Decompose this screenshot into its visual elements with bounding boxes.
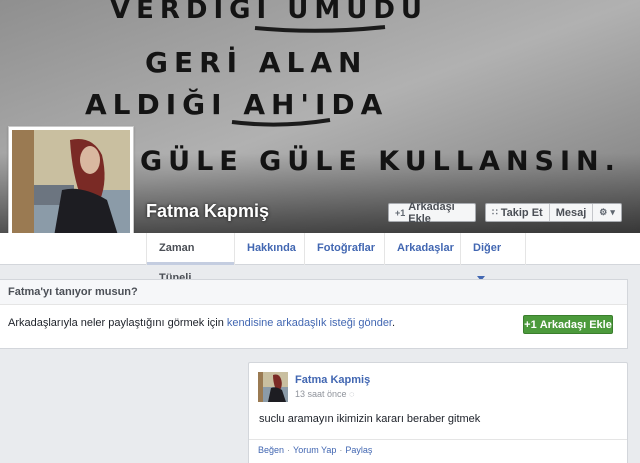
profile-tab-bar: Zaman Tüneli Hakkında Fotoğraflar Arkada…: [0, 233, 640, 284]
chevron-down-icon: ▾: [610, 207, 615, 217]
timeline-post: Fatma Kapmiş 13 saat önce ◌ suclu aramay…: [248, 362, 628, 463]
friend-suggestion-body: Arkadaşlarıyla neler paylaştığını görmek…: [0, 305, 627, 349]
separator-dot: ·: [287, 445, 291, 455]
person-plus-icon: +1: [395, 207, 406, 218]
cover-line-1: VERDIĞI UMUDU: [110, 0, 428, 25]
share-link[interactable]: Paylaş: [345, 445, 372, 455]
tab-timeline[interactable]: Zaman Tüneli: [146, 233, 234, 284]
post-timestamp[interactable]: 13 saat önce ◌: [295, 389, 354, 399]
friend-suggestion-title: Fatma'yı tanıyor musun?: [0, 280, 627, 305]
friend-suggestion-prefix: Arkadaşlarıyla neler paylaştığını görmek…: [8, 317, 227, 329]
tab-more[interactable]: Diğer: [460, 233, 526, 281]
rss-icon: ∷: [492, 207, 498, 217]
tab-more-label: Diğer: [473, 242, 502, 254]
post-author[interactable]: Fatma Kapmiş: [295, 374, 370, 386]
add-friend-secondary-label: Arkadaşı Ekle: [539, 318, 612, 331]
tab-photos[interactable]: Fotoğraflar: [304, 233, 384, 265]
cover-line-3: ALDIĞI AH'IDA: [85, 87, 388, 121]
follow-label: Takip Et: [500, 206, 543, 219]
globe-icon: ◌: [349, 389, 355, 399]
person-plus-icon: +1: [524, 318, 537, 331]
send-friend-request-link[interactable]: kendisine arkadaşlık isteği gönder: [227, 317, 392, 329]
add-friend-label: Arkadaşı Ekle: [408, 200, 455, 225]
post-actions: Beğen · Yorum Yap · Paylaş: [249, 439, 627, 460]
cover-line-2: GERİ ALAN: [145, 45, 367, 79]
profile-photo-art: [12, 130, 130, 248]
follow-button[interactable]: ∷ Takip Et: [486, 204, 550, 221]
post-avatar-art: [258, 372, 288, 402]
friend-suggestion-text: Arkadaşlarıyla neler paylaştığını görmek…: [8, 317, 395, 329]
tab-about[interactable]: Hakkında: [234, 233, 304, 265]
friend-suggestion-suffix: .: [392, 317, 396, 329]
profile-name[interactable]: Fatma Kapmiş: [146, 201, 269, 222]
like-link[interactable]: Beğen: [258, 445, 284, 455]
post-text: suclu aramayın ikimizin kararı beraber g…: [259, 413, 481, 425]
post-avatar[interactable]: [258, 372, 288, 402]
profile-actions-group: ∷ Takip Et Mesaj ⚙ ▾: [485, 203, 622, 222]
add-friend-button[interactable]: +1 Arkadaşı Ekle: [388, 200, 476, 225]
add-friend-button-secondary[interactable]: +1 Arkadaşı Ekle: [523, 315, 613, 334]
gear-icon: ⚙: [599, 207, 608, 217]
message-label: Mesaj: [555, 206, 587, 219]
settings-button[interactable]: ⚙ ▾: [593, 204, 621, 221]
separator-dot: ·: [339, 445, 343, 455]
post-time-text: 13 saat önce: [295, 389, 347, 399]
message-button[interactable]: Mesaj: [550, 204, 594, 221]
tab-friends[interactable]: Arkadaşlar: [384, 233, 460, 265]
comment-link[interactable]: Yorum Yap: [293, 445, 336, 455]
friend-suggestion-card: Fatma'yı tanıyor musun? Arkadaşlarıyla n…: [0, 279, 628, 349]
